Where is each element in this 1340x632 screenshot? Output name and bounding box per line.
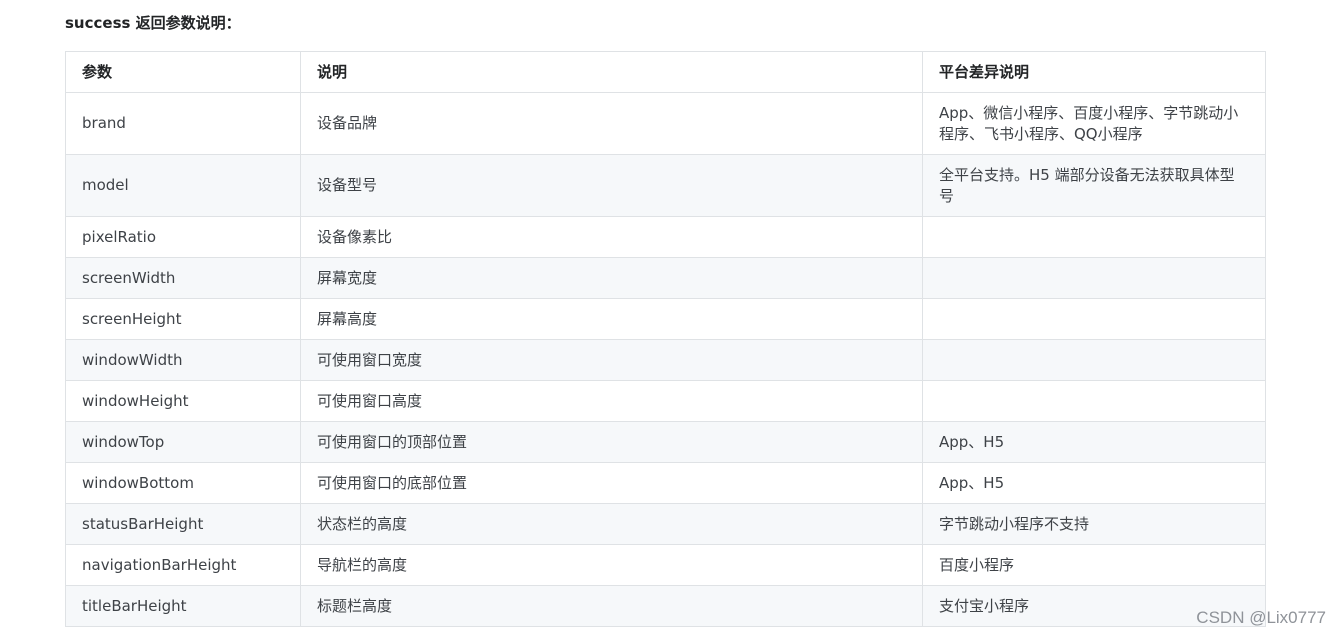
table-header-row: 参数 说明 平台差异说明 — [65, 51, 1266, 93]
platform-notes-cell: App、微信小程序、百度小程序、字节跳动小程序、飞书小程序、QQ小程序 — [922, 92, 1266, 155]
table-row: model 设备型号 全平台支持。H5 端部分设备无法获取具体型号 — [65, 154, 1266, 217]
table-row: brand 设备品牌 App、微信小程序、百度小程序、字节跳动小程序、飞书小程序… — [65, 92, 1266, 155]
param-name-cell: pixelRatio — [65, 216, 301, 258]
platform-notes-cell — [922, 298, 1266, 340]
param-name-cell: navigationBarHeight — [65, 544, 301, 586]
param-name-cell: titleBarHeight — [65, 585, 301, 627]
table-row: pixelRatio 设备像素比 — [65, 216, 1266, 258]
param-name-cell: brand — [65, 92, 301, 155]
table-row: titleBarHeight 标题栏高度 支付宝小程序 — [65, 585, 1266, 627]
platform-notes-cell: 百度小程序 — [922, 544, 1266, 586]
table-row: navigationBarHeight 导航栏的高度 百度小程序 — [65, 544, 1266, 586]
param-description-cell: 屏幕宽度 — [300, 257, 923, 299]
table-row: screenHeight 屏幕高度 — [65, 298, 1266, 340]
param-description-cell: 设备像素比 — [300, 216, 923, 258]
param-description-cell: 可使用窗口的底部位置 — [300, 462, 923, 504]
section-heading: success 返回参数说明： — [65, 14, 241, 32]
table-row: windowWidth 可使用窗口宽度 — [65, 339, 1266, 381]
platform-notes-cell: App、H5 — [922, 421, 1266, 463]
param-name-cell: windowWidth — [65, 339, 301, 381]
platform-notes-cell: 字节跳动小程序不支持 — [922, 503, 1266, 545]
param-description-cell: 可使用窗口高度 — [300, 380, 923, 422]
param-description-cell: 标题栏高度 — [300, 585, 923, 627]
param-name-cell: screenHeight — [65, 298, 301, 340]
platform-notes-cell: App、H5 — [922, 462, 1266, 504]
param-description-cell: 导航栏的高度 — [300, 544, 923, 586]
column-header-description: 说明 — [300, 51, 923, 93]
param-description-cell: 设备型号 — [300, 154, 923, 217]
param-name-cell: windowTop — [65, 421, 301, 463]
param-description-cell: 可使用窗口的顶部位置 — [300, 421, 923, 463]
param-description-cell: 设备品牌 — [300, 92, 923, 155]
table-row: windowHeight 可使用窗口高度 — [65, 380, 1266, 422]
params-table: 参数 说明 平台差异说明 brand 设备品牌 App、微信小程序、百度小程序、… — [65, 51, 1266, 627]
csdn-watermark: CSDN @Lix0777 — [1196, 608, 1326, 627]
table-row: screenWidth 屏幕宽度 — [65, 257, 1266, 299]
param-name-cell: windowBottom — [65, 462, 301, 504]
table-row: windowBottom 可使用窗口的底部位置 App、H5 — [65, 462, 1266, 504]
param-description-cell: 可使用窗口宽度 — [300, 339, 923, 381]
platform-notes-cell — [922, 257, 1266, 299]
platform-notes-cell — [922, 216, 1266, 258]
param-name-cell: model — [65, 154, 301, 217]
column-header-param: 参数 — [65, 51, 301, 93]
table-row: windowTop 可使用窗口的顶部位置 App、H5 — [65, 421, 1266, 463]
param-name-cell: windowHeight — [65, 380, 301, 422]
param-description-cell: 屏幕高度 — [300, 298, 923, 340]
platform-notes-cell — [922, 339, 1266, 381]
column-header-platform-notes: 平台差异说明 — [922, 51, 1266, 93]
table-row: statusBarHeight 状态栏的高度 字节跳动小程序不支持 — [65, 503, 1266, 545]
platform-notes-cell: 全平台支持。H5 端部分设备无法获取具体型号 — [922, 154, 1266, 217]
param-name-cell: statusBarHeight — [65, 503, 301, 545]
platform-notes-cell — [922, 380, 1266, 422]
param-name-cell: screenWidth — [65, 257, 301, 299]
param-description-cell: 状态栏的高度 — [300, 503, 923, 545]
